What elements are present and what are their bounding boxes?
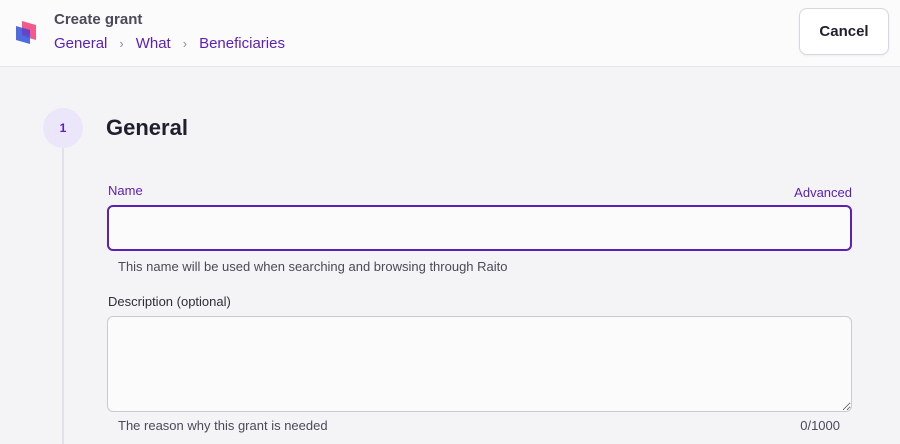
chevron-right-icon: › (182, 36, 188, 51)
name-helper-text: This name will be used when searching an… (118, 259, 508, 274)
breadcrumb: General › What › Beneficiaries (54, 35, 285, 52)
breadcrumb-beneficiaries[interactable]: Beneficiaries (199, 35, 285, 52)
breadcrumb-general[interactable]: General (54, 35, 107, 52)
top-bar: Create grant General › What › Beneficiar… (0, 0, 900, 67)
breadcrumb-what[interactable]: What (136, 35, 171, 52)
raito-logo-icon (16, 21, 36, 44)
page-title: Create grant (54, 11, 143, 28)
advanced-link[interactable]: Advanced (794, 185, 852, 200)
cancel-button[interactable]: Cancel (799, 8, 889, 55)
description-textarea[interactable] (107, 316, 852, 412)
name-field-label: Name (108, 183, 143, 198)
name-input[interactable] (107, 205, 852, 251)
step-connector-line (62, 148, 64, 444)
step-number-badge: 1 (43, 108, 83, 148)
description-helper-text: The reason why this grant is needed (118, 418, 328, 433)
section-title: General (106, 115, 188, 140)
chevron-right-icon: › (119, 36, 124, 51)
description-field-label: Description (optional) (108, 294, 231, 309)
character-counter: 0/1000 (800, 418, 840, 433)
